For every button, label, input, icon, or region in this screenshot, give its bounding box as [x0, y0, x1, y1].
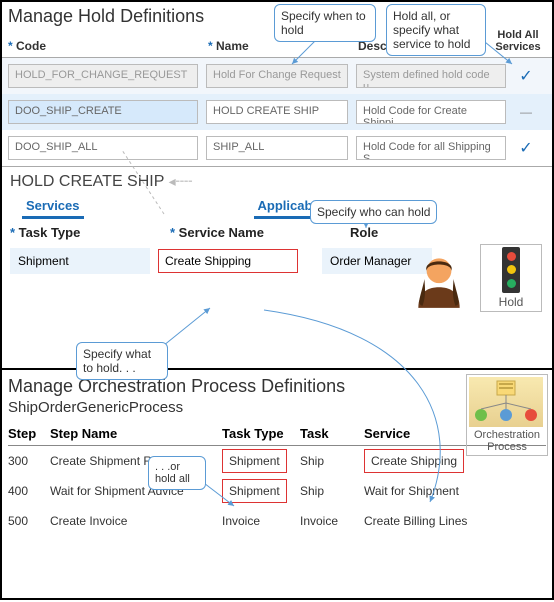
task-type-highlighted: Shipment: [222, 449, 287, 473]
callout-or-hold-all: . . .or hold all: [148, 456, 206, 490]
tab-services[interactable]: Services: [22, 195, 84, 219]
callout-what-to-hold: Specify what to hold. . .: [76, 342, 168, 380]
table-row: 400 Wait for Shipment Advice Shipment Sh…: [8, 476, 546, 506]
table-row[interactable]: DOO_SHIP_ALL SHIP_ALL Hold Code for all …: [2, 130, 552, 166]
callout-who-can-hold: Specify who can hold: [310, 200, 437, 224]
task-type-cell: Shipment: [10, 248, 150, 274]
code-field[interactable]: DOO_SHIP_ALL: [8, 136, 198, 160]
flowchart-icon: [469, 377, 543, 427]
hold-all-check: ✓: [506, 138, 546, 158]
code-field: HOLD_FOR_CHANGE_REQUEST: [8, 64, 198, 88]
table-row: 500 Create Invoice Invoice Invoice Creat…: [8, 506, 546, 536]
table-row-selected[interactable]: DOO_SHIP_CREATE HOLD CREATE SHIP Hold Co…: [2, 94, 552, 130]
table-row[interactable]: HOLD_FOR_CHANGE_REQUEST Hold For Change …: [2, 58, 552, 94]
callout-when-to-hold: Specify when to hold: [274, 4, 376, 42]
person-icon: [408, 248, 470, 310]
hold-icon-button[interactable]: Hold: [480, 244, 542, 312]
hold-all-check: ✓: [506, 66, 546, 86]
code-field[interactable]: DOO_SHIP_CREATE: [8, 100, 198, 124]
service-name-cell: Create Shipping: [158, 249, 298, 273]
detail-title: HOLD CREATE SHIP ◂╌╌: [2, 167, 552, 191]
name-field: Hold For Change Request: [206, 64, 348, 88]
service-highlighted: Create Shipping: [364, 449, 464, 473]
desc-field[interactable]: Hold Code for all Shipping S: [356, 136, 506, 160]
task-type-highlighted: Shipment: [222, 479, 287, 503]
callout-what-service: Hold all, or specify what service to hol…: [386, 4, 486, 56]
orchestration-process-icon[interactable]: Orchestration Process: [466, 374, 548, 456]
hold-all-check: —: [506, 105, 546, 119]
dashed-arrow-icon: ◂╌╌: [169, 173, 193, 189]
name-field[interactable]: SHIP_ALL: [206, 136, 348, 160]
desc-field: System defined hold code u...: [356, 64, 506, 88]
name-field[interactable]: HOLD CREATE SHIP: [206, 100, 348, 124]
traffic-light-icon: [502, 247, 520, 293]
desc-field[interactable]: Hold Code for Create Shippi: [356, 100, 506, 124]
